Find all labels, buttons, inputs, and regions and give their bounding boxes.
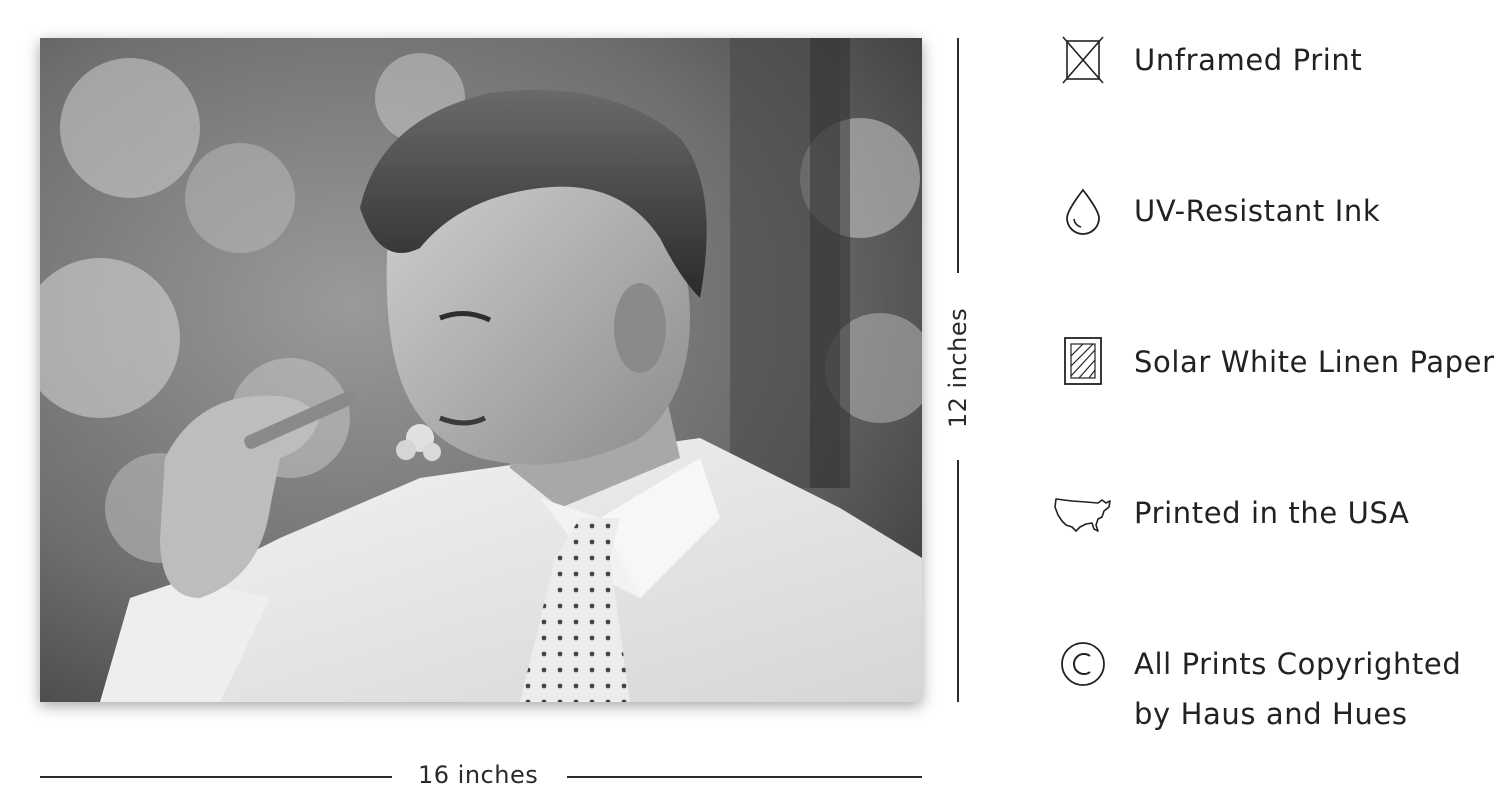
- feature-label-line: by Haus and Hues: [1134, 697, 1408, 731]
- feature-label: UV-Resistant Ink: [1134, 194, 1381, 228]
- art-print-image: [40, 38, 922, 702]
- paper-icon: [1050, 337, 1116, 387]
- feature-printed-usa: Printed in the USA: [1050, 488, 1409, 538]
- feature-paper: Solar White Linen Paper: [1050, 337, 1495, 387]
- feature-unframed-print: Unframed Print: [1050, 35, 1362, 85]
- feature-label: Printed in the USA: [1134, 496, 1410, 530]
- width-dimension-line-right: [567, 776, 922, 778]
- width-dimension-label: 16 inches: [418, 761, 539, 789]
- height-dimension-line-bottom: [957, 460, 959, 702]
- feature-copyright: All Prints Copyrighted by Haus and Hues: [1050, 639, 1461, 739]
- ink-drop-icon: [1050, 186, 1116, 236]
- feature-uv-ink: UV-Resistant Ink: [1050, 186, 1380, 236]
- feature-label: Solar White Linen Paper: [1134, 345, 1495, 379]
- unframed-icon: [1050, 35, 1116, 85]
- width-dimension-line-left: [40, 776, 392, 778]
- feature-list: Unframed Print UV-Resistant Ink Solar Wh…: [1050, 0, 1500, 788]
- height-dimension-line-top: [957, 38, 959, 273]
- copyright-icon: [1050, 639, 1116, 689]
- usa-map-icon: [1050, 488, 1116, 538]
- feature-label-multiline: All Prints Copyrighted by Haus and Hues: [1134, 639, 1461, 739]
- feature-label: Unframed Print: [1134, 43, 1363, 77]
- height-dimension-label: 12 inches: [944, 307, 972, 429]
- feature-label-line: All Prints Copyrighted: [1134, 647, 1462, 681]
- portrait-illustration: [40, 38, 922, 702]
